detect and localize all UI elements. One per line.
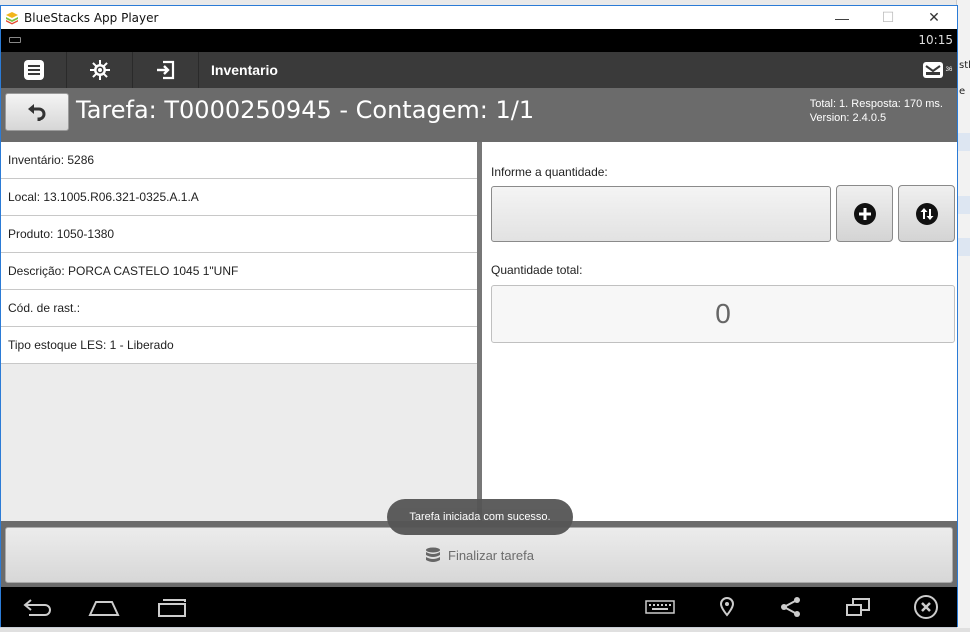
nav-back-button[interactable] <box>21 595 55 619</box>
background-text-fragment: e <box>959 86 966 97</box>
finish-task-button[interactable]: Finalizar tarefa <box>5 527 953 583</box>
settings-button[interactable] <box>67 52 133 88</box>
nav-home-button[interactable] <box>87 595 121 619</box>
window-title: BlueStacks App Player <box>24 10 159 25</box>
quantity-label: Informe a quantidade: <box>491 165 608 179</box>
swap-quantity-button[interactable] <box>898 185 955 242</box>
minimize-button[interactable]: — <box>819 6 865 29</box>
window-titlebar[interactable]: BlueStacks App Player — ☐ ✕ <box>1 6 957 29</box>
maximize-button[interactable]: ☐ <box>865 6 911 29</box>
close-button[interactable]: ✕ <box>911 6 957 29</box>
list-item-local: Local: 13.1005.R06.321-0325.A.1.A <box>1 179 477 216</box>
add-quantity-button[interactable] <box>836 185 893 242</box>
list-item-tipo-estoque: Tipo estoque LES: 1 - Liberado <box>1 327 477 364</box>
multi-window-icon <box>846 598 870 616</box>
recent-apps-icon <box>158 599 186 617</box>
window-controls: — ☐ ✕ <box>819 6 957 29</box>
finish-task-label: Finalizar tarefa <box>448 547 534 563</box>
database-icon <box>426 547 440 562</box>
nav-share-button[interactable] <box>779 595 803 619</box>
messages-button[interactable]: 36 <box>917 52 957 88</box>
version-info: Version: 2.4.0.5 <box>809 112 887 124</box>
quantity-panel: Informe a quantidade: Quantidade total: … <box>482 142 957 521</box>
keyboard-icon <box>645 600 675 614</box>
background-text-fragment: stl <box>959 60 970 71</box>
keyboard-status-icon <box>9 37 21 43</box>
nav-location-button[interactable] <box>717 595 737 619</box>
undo-arrow-icon <box>28 104 46 121</box>
background-taskbar-edge <box>0 628 970 632</box>
nav-multiwindow-button[interactable] <box>845 595 871 619</box>
task-header: Tarefa: T0000250945 - Contagem: 1/1 Tota… <box>1 88 957 142</box>
action-bar-title: Inventario <box>211 62 278 78</box>
main-content: Inventário: 5286 Local: 13.1005.R06.321-… <box>1 142 957 521</box>
list-item-cod-rast: Cód. de rast.: <box>1 290 477 327</box>
bluestacks-logo-icon <box>6 11 18 24</box>
desktop: stl e BlueStacks App Player — ☐ ✕ 10:15 <box>0 0 970 632</box>
nav-keyboard-button[interactable] <box>645 595 675 619</box>
back-button[interactable] <box>5 93 69 131</box>
total-quantity-label: Quantidade total: <box>491 263 583 277</box>
list-item-descricao: Descrição: PORCA CASTELO 1045 1"UNF <box>1 253 477 290</box>
nav-recent-apps-button[interactable] <box>155 595 189 619</box>
bluestacks-window: BlueStacks App Player — ☐ ✕ 10:15 Invent… <box>0 5 958 627</box>
background-bar <box>957 133 970 151</box>
background-window-edge: stl e <box>956 0 970 632</box>
menu-button[interactable] <box>1 52 67 88</box>
task-info: Total: 1. Resposta: 170 ms. Version: 2.4… <box>810 97 943 125</box>
android-screen: 10:15 Inventario 36 Tarefa: T0000250945 … <box>1 29 957 627</box>
quantity-input[interactable] <box>491 186 831 242</box>
status-bar: 10:15 <box>1 29 957 52</box>
item-details-list: Inventário: 5286 Local: 13.1005.R06.321-… <box>1 142 477 521</box>
login-icon <box>156 60 174 80</box>
swap-arrows-circle-icon <box>915 202 938 225</box>
android-nav-bar <box>1 587 957 627</box>
back-icon <box>23 599 51 616</box>
list-item-produto: Produto: 1050-1380 <box>1 216 477 253</box>
plus-circle-icon <box>853 202 876 225</box>
messages-badge: 36 <box>945 67 953 73</box>
response-info: Total: 1. Resposta: 170 ms. <box>809 98 943 110</box>
page-title: Tarefa: T0000250945 - Contagem: 1/1 <box>76 96 535 124</box>
nav-close-app-button[interactable] <box>913 595 939 619</box>
location-pin-icon <box>719 596 735 617</box>
background-bar <box>957 238 970 256</box>
message-icon <box>922 62 943 78</box>
close-circle-icon <box>914 595 938 619</box>
list-icon <box>23 60 44 80</box>
home-icon <box>88 601 120 616</box>
background-bar <box>957 196 970 214</box>
action-bar: Inventario 36 <box>1 52 957 88</box>
login-button[interactable] <box>133 52 199 88</box>
list-item-inventario: Inventário: 5286 <box>1 142 477 179</box>
share-icon <box>781 597 800 617</box>
total-quantity-value: 0 <box>491 285 955 343</box>
status-clock: 10:15 <box>918 33 953 47</box>
gear-icon <box>89 60 110 80</box>
toast-message: Tarefa iniciada com sucesso. <box>387 499 573 535</box>
